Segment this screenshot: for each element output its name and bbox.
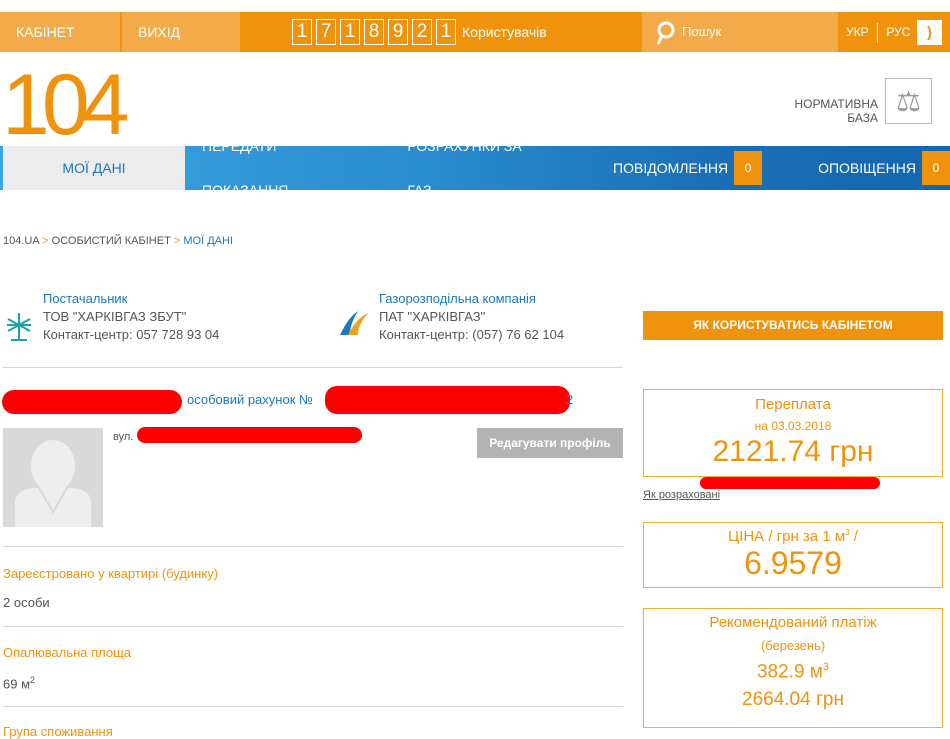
crumb-cabinet[interactable]: ОСОБИСТИЙ КАБІНЕТ [52,235,171,247]
user-counter: 1 7 1 8 9 2 1 Користувачів [292,19,547,45]
overpay-amount: 2121.74 грн [712,435,874,468]
distributor-flame-icon [340,311,368,335]
search-icon [656,21,675,45]
tab-submit-readings[interactable]: ПЕРЕДАТИ ПОКАЗАННЯ [202,138,362,198]
consumption-group-label: Група споживання [3,724,113,739]
language-switch: УКР РУС [846,12,910,52]
account-label: особовий рахунок № [187,392,313,407]
volume-sup: 3 [822,661,829,673]
overpayment-box: Переплата на 03.03.2018 2121.74 грн [643,389,943,477]
lang-ru[interactable]: РУС [886,25,910,39]
crumb-sep: > [173,235,181,247]
distributor-name: ПАТ "ХАРКІВГАЗ" [379,309,486,324]
how-to-use-button[interactable]: ЯК КОРИСТУВАТИСЬ КАБІНЕТОМ [643,311,943,340]
tab-label: ПЕРЕДАТИ ПОКАЗАННЯ [202,138,289,198]
account-suffix: 2 [566,392,574,407]
logo[interactable]: 104 [2,56,129,155]
recommended-month: (березень) [760,638,826,653]
distributor-title: Газорозподільна компанія [379,291,536,306]
counter-label: Користувачів [462,24,547,40]
search-button[interactable]: Пошук [642,12,838,52]
redaction-mark [2,390,182,414]
norm-line2: БАЗА [847,111,878,125]
price-value: 6.9579 [744,545,842,581]
heated-area-value: 69 м2 [3,675,35,691]
distributor-info: Газорозподільна компанія ПАТ "ХАРКІВГАЗ"… [379,291,564,342]
recommended-volume: 382.9 м3 [644,661,942,683]
tab-label: РОЗРАХУНКИ ЗА ГАЗ [407,138,522,198]
price-title-text: ЦІНА / грн за 1 м [728,528,846,545]
tab-label: МОЇ ДАНІ [62,160,126,176]
price-tail: / [849,528,858,545]
counter-digit: 9 [388,19,408,45]
redaction-mark [700,477,880,489]
supplier-name: ТОВ "ХАРКІВГАЗ ЗБУТ" [43,309,187,324]
registered-value: 2 особи [3,595,50,610]
overpay-title: Переплата [755,396,831,413]
crumb-current: МОЇ ДАНІ [183,235,233,247]
redaction-mark [325,386,570,414]
distributor-contact: Контакт-центр: (057) 76 62 104 [379,327,565,342]
counter-digit: 1 [340,19,360,45]
counter-digit: 7 [316,19,336,45]
street-prefix: вул. [113,431,134,443]
counter-digit: 8 [364,19,384,45]
recommended-amount: 2664.04 грн [742,689,844,711]
search-label: Пошук [682,24,722,39]
rss-icon[interactable]: ) [917,20,942,45]
registered-label: Зареєстровано у квартирі (будинку) [3,566,219,581]
recommended-payment-box: Рекомендований платіж (березень) 382.9 м… [643,608,943,728]
tab-label: ОПОВІЩЕННЯ [818,160,916,176]
tab-notifications[interactable]: ОПОВІЩЕННЯ 0 [818,146,950,190]
divider [3,706,623,707]
area-sup: 2 [30,675,36,685]
price-title: ЦІНА / грн за 1 м3 / [644,528,942,545]
divider [3,626,623,627]
overpay-date: на 03.03.2018 [754,419,832,433]
supplier-tree-icon [7,313,31,341]
supplier-title: Постачальник [43,291,128,306]
messages-badge: 0 [734,151,763,185]
how-calculated-link[interactable]: Як розраховані [643,489,720,501]
edit-profile-button[interactable]: Редагувати профіль [477,428,623,458]
scales-icon[interactable]: ⚖ [885,78,932,124]
lang-uk[interactable]: УКР [846,25,869,39]
norm-line1: НОРМАТИВНА [794,97,878,111]
normative-base-link[interactable]: НОРМАТИВНА БАЗА [760,97,878,125]
counter-digit: 2 [412,19,432,45]
cabinet-button[interactable]: КАБІНЕТ [0,12,120,52]
supplier-info: Постачальник ТОВ "ХАРКІВГАЗ ЗБУТ" Контак… [43,291,219,342]
recommended-title: Рекомендований платіж [709,614,877,631]
avatar [3,428,103,527]
divider [3,546,623,547]
supplier-contact: Контакт-центр: 057 728 93 04 [43,327,220,342]
crumb-sep: > [42,235,49,247]
breadcrumb: 104.UA > ОСОБИСТИЙ КАБІНЕТ > МОЇ ДАНІ [3,235,233,247]
crumb-home[interactable]: 104.UA [3,235,39,247]
tab-gas-payments[interactable]: РОЗРАХУНКИ ЗА ГАЗ [407,138,546,198]
area-number: 69 м [3,676,31,692]
notifications-badge: 0 [921,151,950,185]
counter-digit: 1 [292,19,312,45]
user-silhouette-icon [15,440,91,527]
tab-messages[interactable]: ПОВІДОМЛЕННЯ 0 [613,146,763,190]
heated-area-label: Опалювальна площа [3,645,132,660]
volume-text: 382.9 м [756,661,823,683]
top-bar: КАБІНЕТ ВИХІД 1 7 1 8 9 2 1 Користувачів… [0,12,950,52]
divider [876,22,878,43]
redaction-mark [137,427,362,443]
tab-label: ПОВІДОМЛЕННЯ [613,160,729,176]
counter-digit: 1 [436,19,456,45]
main-nav: МОЇ ДАНІ ПЕРЕДАТИ ПОКАЗАННЯ РОЗРАХУНКИ З… [0,138,950,198]
divider [3,367,623,368]
tab-my-data[interactable]: МОЇ ДАНІ [0,146,185,190]
price-box: ЦІНА / грн за 1 м3 / 6.9579 [643,522,943,588]
exit-button[interactable]: ВИХІД [122,12,240,52]
